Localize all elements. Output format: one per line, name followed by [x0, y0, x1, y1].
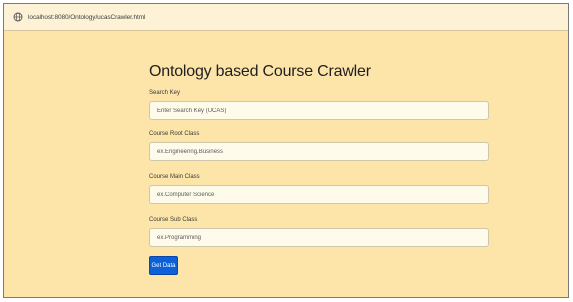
address-bar[interactable]: localhost:8080/Ontology/ucasCrawler.html	[4, 4, 568, 31]
get-data-button[interactable]: Get Data	[149, 256, 178, 275]
search-key-input[interactable]	[149, 101, 489, 120]
globe-icon	[13, 12, 23, 22]
main-class-label: Course Main Class	[149, 174, 200, 180]
search-key-label: Search Key	[149, 90, 181, 96]
sub-class-input[interactable]	[149, 228, 489, 247]
root-class-label: Course Root Class	[149, 131, 200, 137]
main-class-input[interactable]	[149, 185, 489, 204]
crawler-form: Ontology based Course Crawler Search Key…	[149, 62, 489, 275]
url-text[interactable]: localhost:8080/Ontology/ucasCrawler.html	[28, 14, 146, 21]
browser-window: localhost:8080/Ontology/ucasCrawler.html…	[3, 3, 569, 298]
sub-class-label: Course Sub Class	[149, 217, 198, 223]
page-title: Ontology based Course Crawler	[149, 63, 371, 80]
root-class-input[interactable]	[149, 142, 489, 161]
